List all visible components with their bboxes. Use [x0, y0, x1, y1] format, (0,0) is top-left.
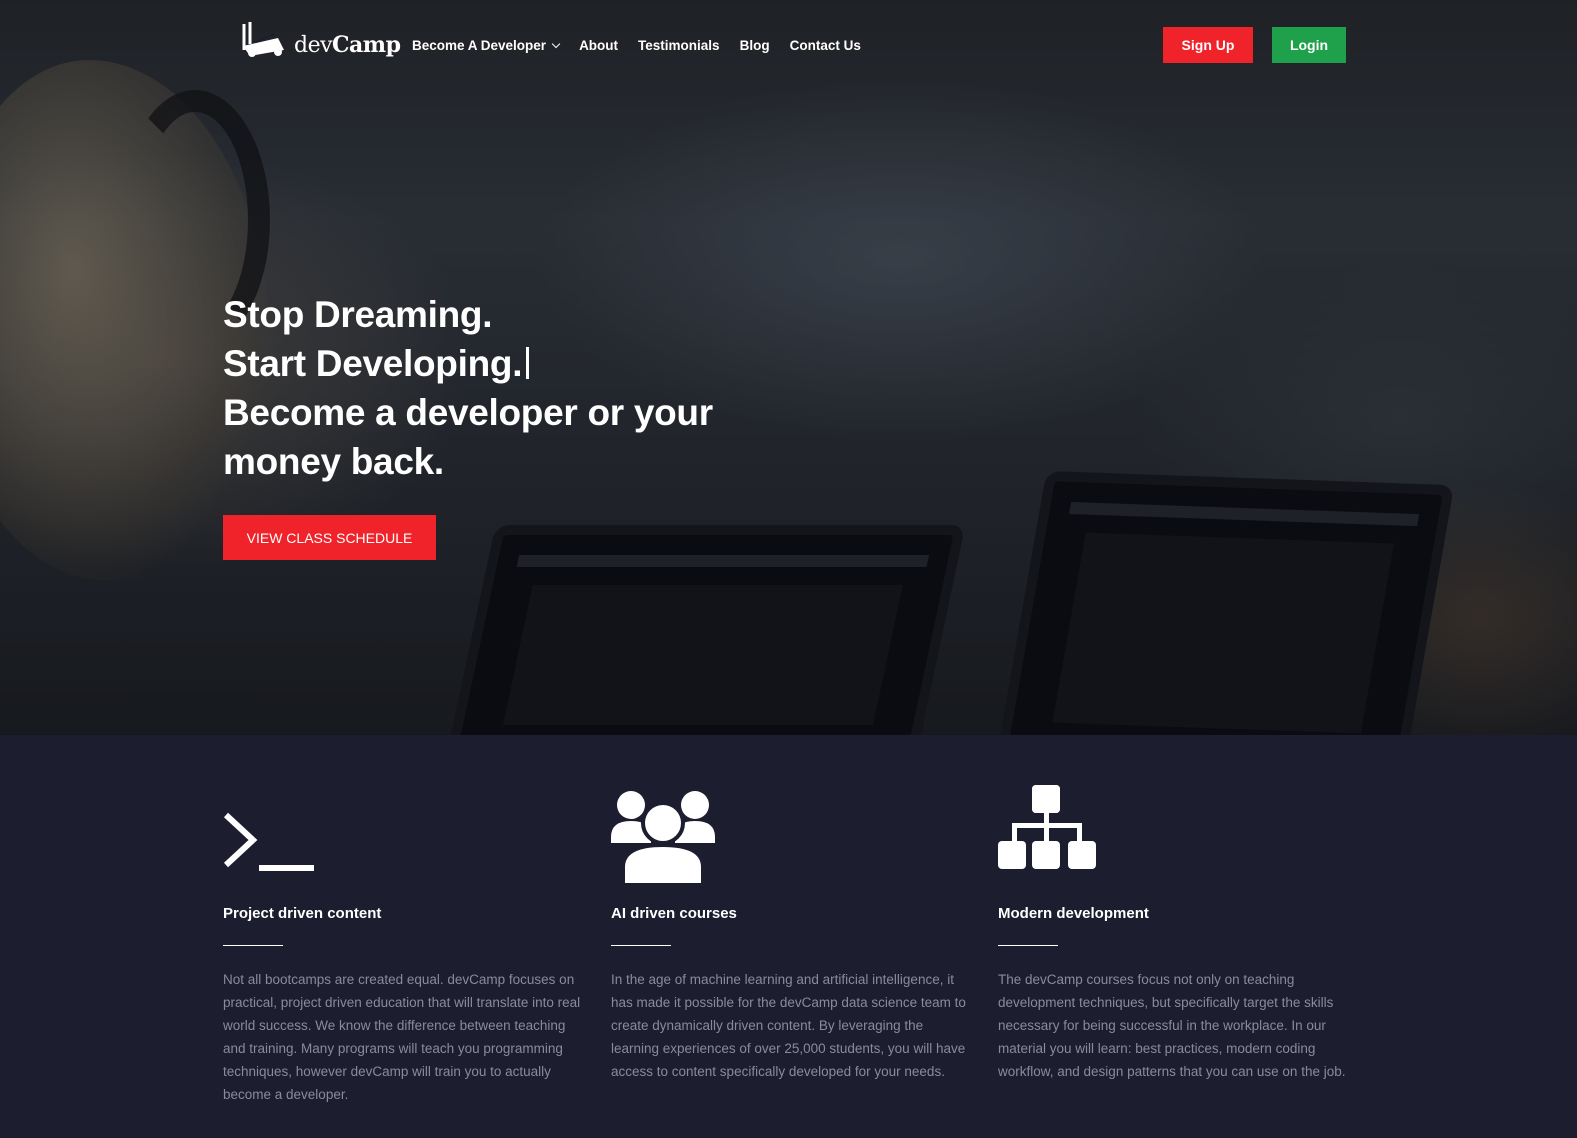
logo-text: devCamp — [294, 32, 401, 58]
sitemap-icon — [998, 785, 1108, 885]
features-section: Project driven content Not all bootcamps… — [0, 735, 1577, 1138]
nav-item-testimonials[interactable]: Testimonials — [638, 38, 720, 53]
headline-line-1: Stop Dreaming. — [223, 294, 493, 335]
view-class-schedule-button[interactable]: VIEW CLASS SCHEDULE — [223, 515, 436, 560]
feature-description: The devCamp courses focus not only on te… — [998, 972, 1346, 1079]
divider — [223, 945, 283, 946]
site-header: devCamp Become A Developer About Testimo… — [0, 0, 1577, 95]
nav-item-become-a-developer[interactable]: Become A Developer — [412, 38, 561, 53]
login-button[interactable]: Login — [1272, 27, 1346, 63]
headline-line-2: Start Developing. — [223, 339, 783, 388]
nav-item-contact-us[interactable]: Contact Us — [790, 38, 861, 53]
devcamp-logo-icon — [240, 20, 288, 60]
hero-headline: Stop Dreaming. Start Developing. Become … — [223, 290, 783, 486]
nav-item-blog[interactable]: Blog — [740, 38, 770, 53]
nav-item-about[interactable]: About — [579, 38, 618, 53]
feature-title: Modern development — [998, 905, 1149, 922]
feature-title: Project driven content — [223, 905, 382, 922]
chevron-down-icon — [551, 39, 561, 49]
terminal-icon — [223, 785, 333, 885]
feature-title: AI driven courses — [611, 905, 737, 922]
divider — [998, 945, 1058, 946]
signup-button[interactable]: Sign Up — [1163, 27, 1253, 63]
typing-cursor — [526, 347, 530, 379]
headline-line-4: money back. — [223, 441, 444, 482]
logo[interactable]: devCamp — [240, 16, 401, 60]
main-nav: Become A Developer About Testimonials Bl… — [412, 38, 861, 53]
users-icon — [611, 785, 721, 887]
feature-description: Not all bootcamps are created equal. dev… — [223, 972, 581, 1102]
divider — [611, 945, 671, 946]
headline-line-3: Become a developer or your — [223, 392, 713, 433]
feature-description: In the age of machine learning and artif… — [611, 972, 966, 1079]
